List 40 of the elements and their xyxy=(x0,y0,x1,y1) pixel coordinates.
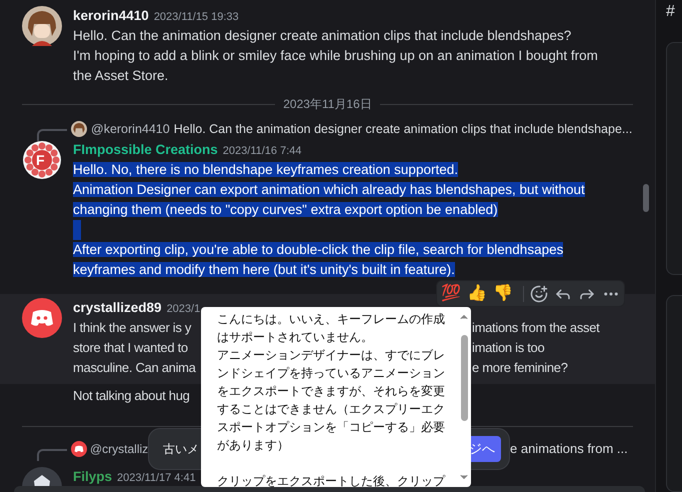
translated-text: こんにちは。いいえ、キーフレームの作成はサポートされていません。 xyxy=(217,311,446,346)
reply-mention[interactable]: @kerorin4410 xyxy=(91,120,170,138)
author-name[interactable]: kerorin4410 xyxy=(73,6,149,26)
message-text: masculine. Can anima xyxy=(73,359,197,377)
add-reaction-icon[interactable] xyxy=(530,284,548,302)
message-text: Not talking about hug xyxy=(73,387,191,405)
date-divider: 2023年11月16日 xyxy=(283,96,372,113)
popup-scrollbar-thumb[interactable] xyxy=(460,335,468,421)
message-text: Hello. No, there is no blendshape keyframes creation supported. xyxy=(73,161,459,179)
toast-text: 古いメ xyxy=(163,441,199,458)
message-text: imation is too xyxy=(472,339,546,357)
timestamp: 2023/11/17 4:41 xyxy=(117,471,196,486)
message-text: I'm hoping to add a blink or smiley face while brushing up on an animation I bought from the Asset Store. xyxy=(73,47,599,85)
scrollbar-thumb[interactable] xyxy=(643,184,649,212)
message-text: e more feminine? xyxy=(472,359,569,377)
message-text: After exporting clip, you're able to double-click the clip file, search for blendhsapes keyframes and modify them here (but it's unity's built in feature). xyxy=(73,241,564,279)
selection-highlight xyxy=(73,220,81,240)
timestamp: 2023/1 xyxy=(166,302,200,317)
message-text: store that I wanted to xyxy=(73,339,189,357)
translated-text: アニメーションデザイナーは、すでにブレンドシェイプを持っているアニメーションをエクスポートできますが、それらを変更することはできません（エクスプリーエクスポートオプションを「コピーする」必要があります） xyxy=(217,347,446,454)
reaction-button[interactable]: 👎 xyxy=(493,286,513,302)
channel-hash: # xyxy=(666,2,676,22)
author-name[interactable]: Filyps xyxy=(73,467,112,488)
reply-preview[interactable]: Hello. Can the animation designer create animation clips that include blendshape... xyxy=(174,120,632,138)
message-text: imations from the asset xyxy=(472,319,600,337)
reaction-button[interactable]: 💯 xyxy=(441,286,461,302)
message-text: Animation Designer can export animation which already has blendshapes, but without changing them (needs to "copy curves" extra export option be enabled) xyxy=(73,181,586,219)
message-text: Hello. Can the animation designer create animation clips that include blendshapes? xyxy=(73,27,572,45)
reply-preview[interactable]: e animations from ... xyxy=(510,439,628,459)
translated-text: クリップをエクスポートした後、クリップ xyxy=(217,473,446,487)
reply-mention[interactable]: @crystalliz xyxy=(90,440,148,458)
mini-avatar xyxy=(71,121,87,137)
author-name[interactable]: FImpossible Creations xyxy=(73,140,218,160)
mini-avatar xyxy=(71,441,87,457)
avatar-letter: F xyxy=(36,151,45,169)
message-text: I think the answer is y xyxy=(73,319,192,337)
timestamp: 2023/11/16 7:44 xyxy=(222,144,302,159)
reaction-button[interactable]: 👍 xyxy=(467,286,487,302)
timestamp: 2023/11/15 19:33 xyxy=(154,10,239,25)
author-name[interactable]: crystallized89 xyxy=(73,298,162,318)
